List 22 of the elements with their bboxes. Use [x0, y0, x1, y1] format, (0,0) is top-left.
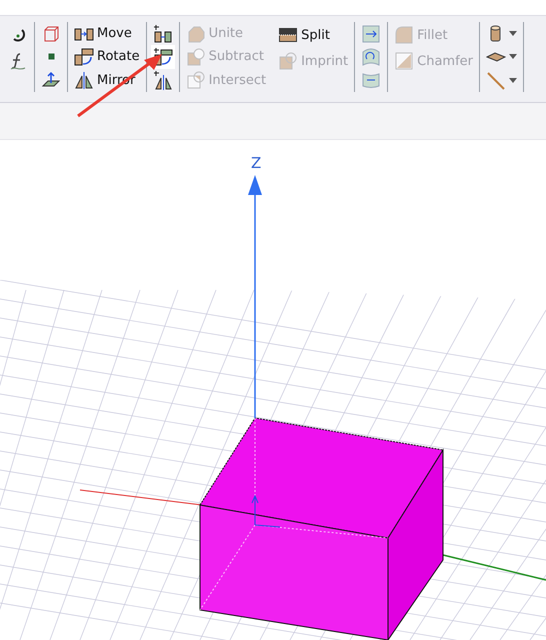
line-icon	[486, 70, 506, 90]
duplicate-mirror-icon	[152, 70, 173, 90]
toolbar-button[interactable]: Split	[276, 22, 350, 48]
caret-icon	[509, 31, 518, 36]
square-icon	[48, 53, 54, 60]
axis-label: Z	[251, 154, 262, 172]
function-icon	[8, 51, 28, 71]
unite-icon	[186, 24, 206, 44]
fillet-icon	[394, 25, 414, 45]
rotate-icon	[74, 46, 94, 67]
subtract-icon	[186, 46, 206, 67]
caret-icon	[509, 54, 518, 60]
intersect-icon	[186, 70, 206, 90]
toolbar-button[interactable]: Rotate	[72, 45, 142, 69]
imprint-icon	[278, 51, 298, 71]
face-rotate-icon	[361, 46, 382, 67]
split-icon	[278, 25, 298, 45]
toolbar-button[interactable]: Move	[72, 22, 142, 46]
chamfer-icon	[394, 51, 414, 71]
caret-icon	[509, 78, 518, 83]
mirror-icon	[74, 70, 94, 90]
duplicate-icon	[152, 24, 173, 44]
